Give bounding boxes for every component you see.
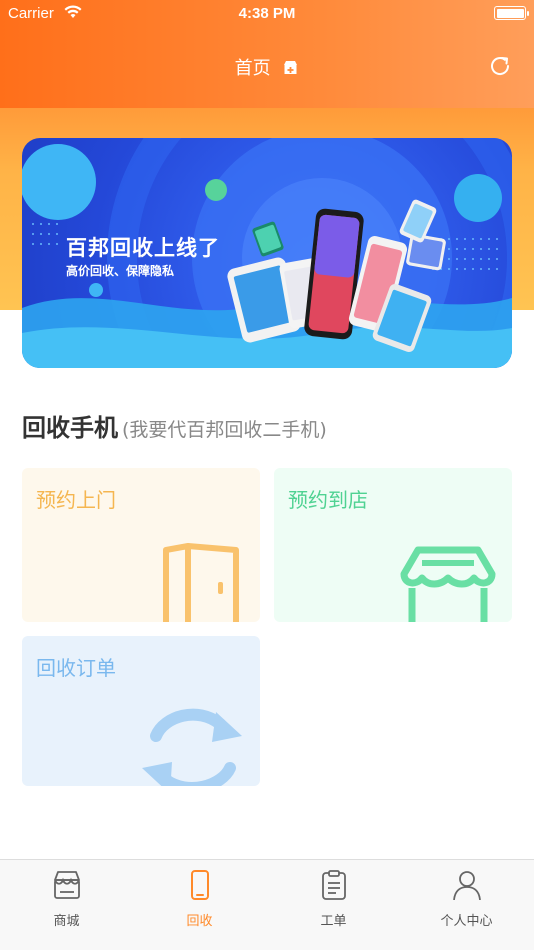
refresh-button[interactable] <box>488 54 512 78</box>
status-bar: Carrier 4:38 PM <box>0 0 534 28</box>
door-icon <box>163 543 239 622</box>
tab-work-order[interactable]: 工单 <box>267 860 400 950</box>
tab-profile[interactable]: 个人中心 <box>400 860 533 950</box>
tab-label: 个人中心 <box>440 914 493 929</box>
section-title-text: 回收手机 <box>22 414 118 442</box>
battery-icon <box>494 6 529 20</box>
card-home-pickup[interactable]: 预约上门 <box>22 468 260 622</box>
person-icon <box>452 871 481 900</box>
status-time: 4:38 PM <box>238 5 296 22</box>
promo-banner[interactable]: 百邦回收上线了 高价回收、保障隐私 <box>22 138 512 368</box>
refresh-icon <box>491 57 510 75</box>
page-title-text: 首页 <box>234 58 271 79</box>
recycle-arrows-icon <box>142 708 242 786</box>
card-label: 预约到店 <box>288 488 368 512</box>
section-subtitle: (我要代百邦回收二手机) <box>122 419 327 441</box>
store-icon <box>400 546 496 622</box>
card-label: 预约上门 <box>36 488 116 512</box>
card-store-visit[interactable]: 预约到店 <box>274 468 512 622</box>
shop-plus-icon <box>282 59 299 81</box>
tab-bar: 商城 回收 工单 个人中心 <box>0 859 534 950</box>
section-title: 回收手机 (我要代百邦回收二手机) <box>22 408 327 443</box>
tab-mall[interactable]: 商城 <box>0 860 133 950</box>
clipboard-icon <box>321 870 346 900</box>
page-title: 首页 <box>0 54 534 81</box>
tab-label: 商城 <box>53 914 80 929</box>
banner-subtitle: 高价回收、保障隐私 <box>66 264 175 278</box>
banner-title: 百邦回收上线了 <box>66 236 220 260</box>
tab-label: 回收 <box>186 914 213 929</box>
store-icon <box>53 871 80 899</box>
tab-recycle[interactable]: 回收 <box>133 860 266 950</box>
card-recycle-orders[interactable]: 回收订单 <box>22 636 260 786</box>
tab-label: 工单 <box>320 914 347 929</box>
card-label: 回收订单 <box>36 656 116 680</box>
phone-icon <box>190 870 209 900</box>
